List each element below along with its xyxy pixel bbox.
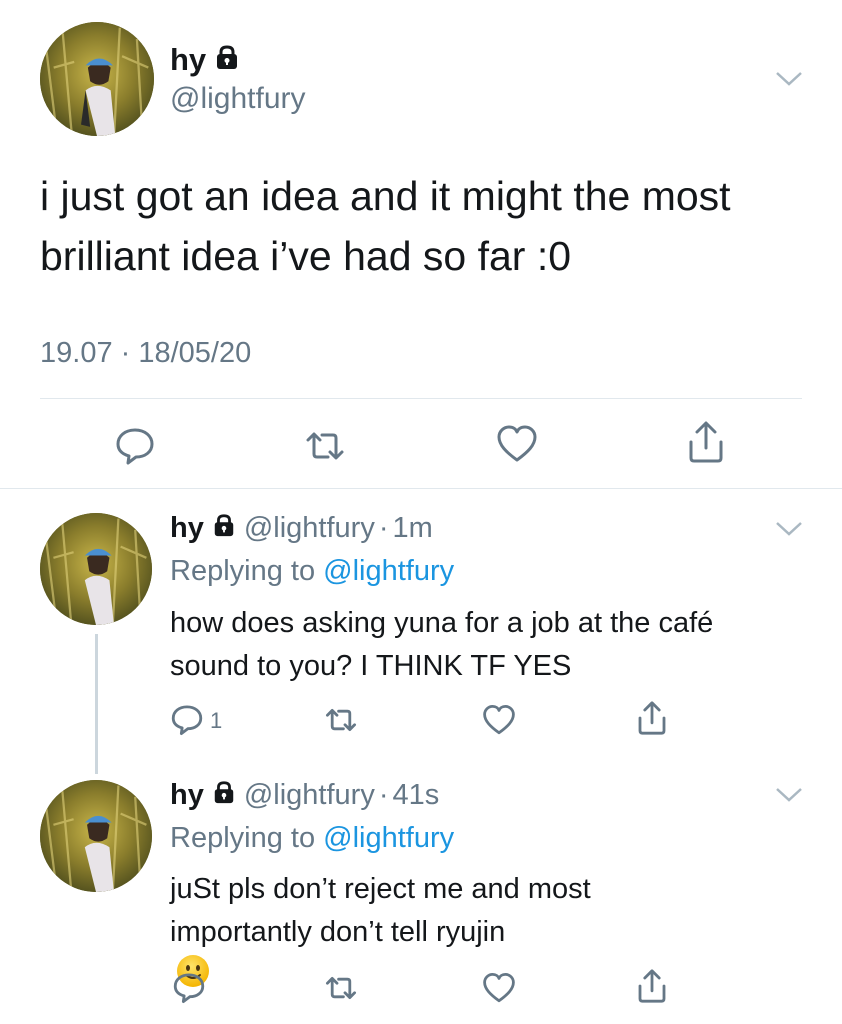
replying-to: Replying to @lightfury [170, 555, 455, 587]
tweet-text: i just got an idea and it might the most… [40, 173, 731, 279]
reply-icon[interactable] [114, 424, 156, 466]
retweet-icon[interactable] [302, 426, 348, 466]
like-icon[interactable] [482, 972, 516, 1004]
time-ago[interactable]: 41s [393, 779, 440, 812]
like-icon[interactable] [482, 704, 516, 736]
replying-to: Replying to @lightfury [170, 822, 455, 854]
share-icon[interactable] [636, 700, 668, 736]
replying-to-link[interactable]: @lightfury [323, 822, 454, 854]
chevron-down-icon[interactable] [774, 518, 804, 543]
share-icon[interactable] [686, 420, 726, 464]
divider [0, 488, 842, 489]
display-name[interactable]: hy [170, 512, 204, 545]
reply-count: 1 [210, 708, 223, 733]
reply-text: how does asking yuna for a job at the ca… [170, 607, 714, 682]
avatar[interactable] [40, 513, 152, 625]
reply-icon[interactable] [170, 702, 204, 736]
divider [40, 398, 802, 399]
chevron-down-icon[interactable] [774, 784, 804, 809]
timestamp[interactable]: 19.07 · 18/05/20 [40, 337, 251, 370]
handle[interactable]: @lightfury [244, 779, 375, 812]
lock-icon [212, 512, 236, 545]
share-icon[interactable] [636, 968, 668, 1004]
thread-line [95, 634, 98, 774]
reply-header: hy @lightfury · 41s [170, 779, 439, 812]
time-ago[interactable]: 1m [393, 512, 433, 545]
display-name[interactable]: hy [170, 42, 240, 78]
replying-to-link[interactable]: @lightfury [323, 555, 454, 587]
separator-dot: · [378, 779, 389, 811]
retweet-icon[interactable] [322, 972, 360, 1004]
lock-icon [212, 779, 236, 812]
display-name[interactable]: hy [170, 779, 204, 812]
like-icon[interactable] [496, 424, 538, 464]
lock-icon [214, 42, 240, 78]
handle[interactable]: @lightfury [170, 82, 306, 116]
retweet-icon[interactable] [322, 704, 360, 736]
separator-dot: · [378, 512, 389, 544]
avatar[interactable] [40, 22, 154, 136]
chevron-down-icon[interactable] [774, 68, 804, 93]
avatar[interactable] [40, 780, 152, 892]
reply-icon[interactable] [172, 970, 206, 1004]
handle[interactable]: @lightfury [244, 512, 375, 545]
reply-header: hy @lightfury · 1m [170, 512, 433, 545]
